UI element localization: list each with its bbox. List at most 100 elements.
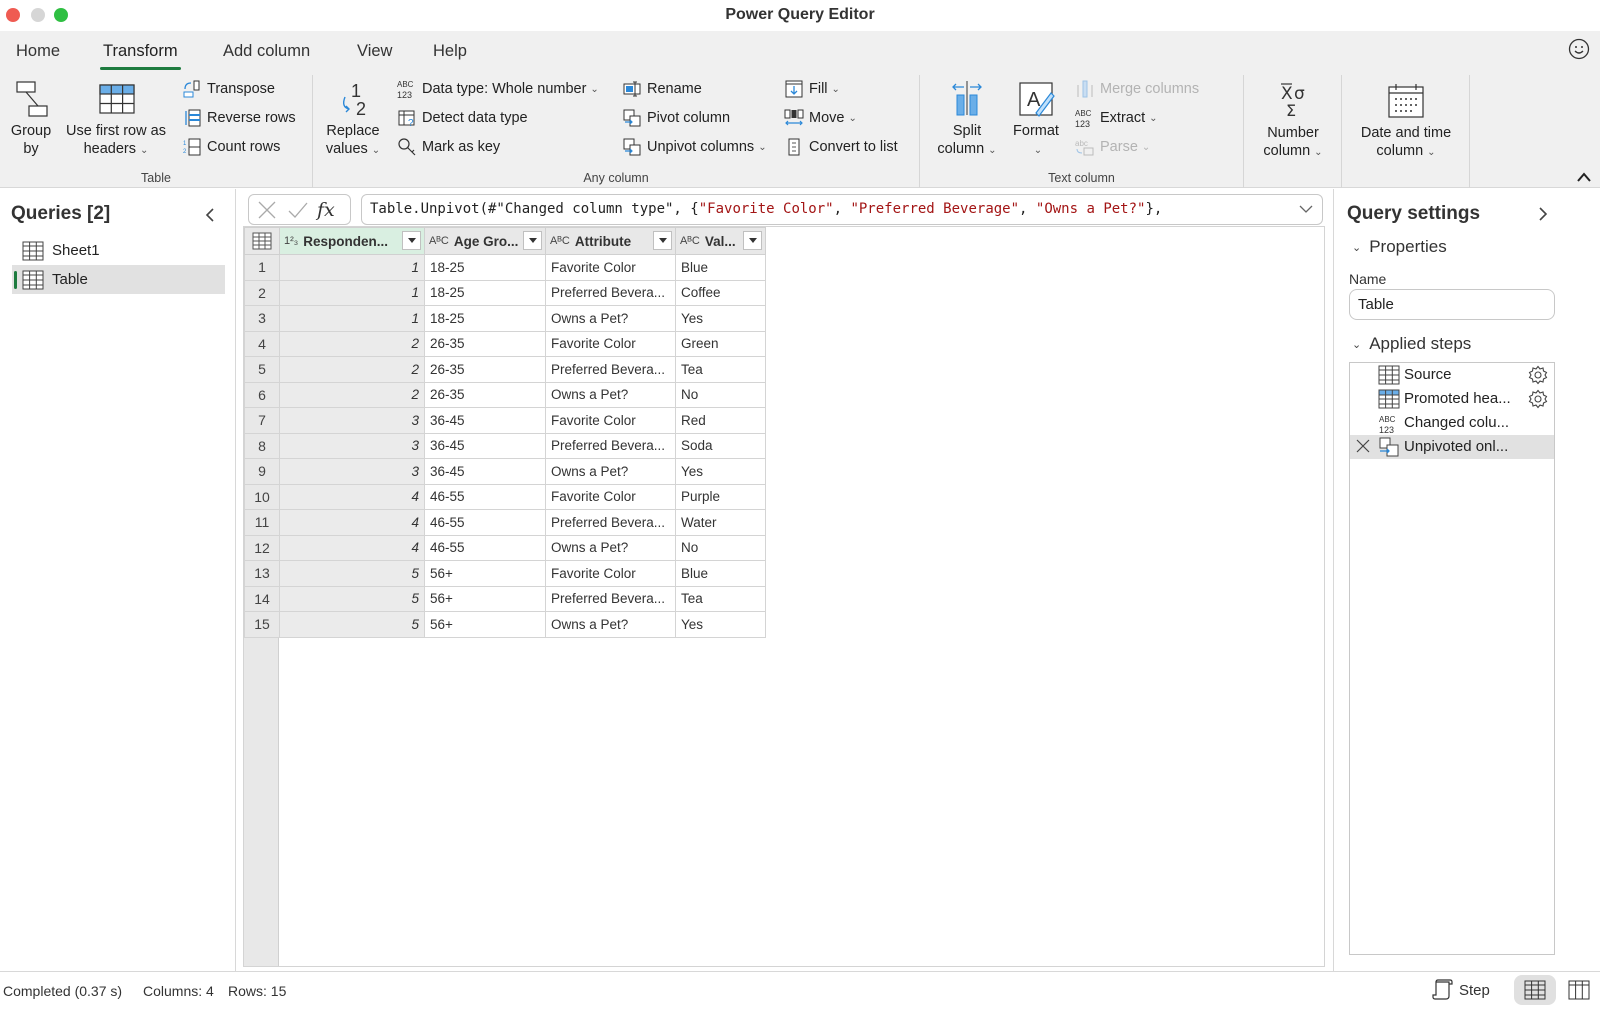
column-filter-dropdown[interactable] (402, 231, 421, 250)
cell-respondent[interactable]: 5 (279, 560, 425, 587)
cell-attribute[interactable]: Owns a Pet? (545, 305, 676, 332)
column-header-value[interactable]: AᴮC Val... (675, 227, 766, 255)
cell-attribute[interactable]: Preferred Bevera... (545, 585, 676, 612)
cell-value[interactable]: No (675, 534, 766, 561)
cell-value[interactable]: Purple (675, 483, 766, 510)
cell-respondent[interactable]: 4 (279, 483, 425, 510)
step-unpivoted-only[interactable]: Unpivoted onl... (1350, 435, 1554, 459)
query-item-table[interactable]: Table (12, 265, 225, 294)
cell-age-group[interactable]: 46-55 (424, 534, 546, 561)
mark-as-key-button[interactable]: Mark as key (397, 135, 500, 159)
cell-attribute[interactable]: Preferred Bevera... (545, 432, 676, 459)
cell-attribute[interactable]: Owns a Pet? (545, 534, 676, 561)
cell-respondent[interactable]: 2 (279, 330, 425, 357)
formula-bar[interactable]: Table.Unpivot(#"Changed column type", {"… (361, 194, 1323, 225)
cell-respondent[interactable]: 2 (279, 381, 425, 408)
cell-value[interactable]: Red (675, 407, 766, 434)
gear-icon[interactable] (1528, 365, 1548, 385)
whole-number-type-icon[interactable]: 1²₃ (284, 235, 298, 247)
convert-to-list-button[interactable]: Convert to list (784, 135, 898, 159)
cell-age-group[interactable]: 18-25 (424, 305, 546, 332)
cell-age-group[interactable]: 26-35 (424, 356, 546, 383)
cell-value[interactable]: Blue (675, 254, 766, 281)
cell-respondent[interactable]: 4 (279, 534, 425, 561)
row-number[interactable]: 13 (244, 560, 280, 587)
row-number[interactable]: 15 (244, 611, 280, 638)
cell-respondent[interactable]: 1 (279, 254, 425, 281)
collapse-queries-icon[interactable] (203, 206, 217, 224)
move-button[interactable]: Move ⌄ (784, 106, 857, 130)
cell-age-group[interactable]: 36-45 (424, 407, 546, 434)
row-number[interactable]: 1 (244, 254, 280, 281)
gear-icon[interactable] (1528, 389, 1548, 409)
row-number[interactable]: 11 (244, 509, 280, 536)
cell-attribute[interactable]: Owns a Pet? (545, 458, 676, 485)
format-button[interactable]: A Format ⌄ (1008, 79, 1064, 160)
split-column-button[interactable]: Split column ⌄ (932, 79, 1002, 160)
cell-respondent[interactable]: 5 (279, 611, 425, 638)
cell-respondent[interactable]: 5 (279, 585, 425, 612)
group-by-button[interactable]: Group by (8, 79, 54, 158)
cell-attribute[interactable]: Favorite Color (545, 330, 676, 357)
cell-respondent[interactable]: 1 (279, 279, 425, 306)
column-header-attribute[interactable]: AᴮC Attribute (545, 227, 676, 255)
cell-age-group[interactable]: 46-55 (424, 509, 546, 536)
column-header-respondent[interactable]: 1²₃ Responden... (279, 227, 425, 255)
cell-respondent[interactable]: 3 (279, 458, 425, 485)
column-filter-dropdown[interactable] (743, 231, 762, 250)
row-number[interactable]: 2 (244, 279, 280, 306)
column-header-age-group[interactable]: AᴮC Age Gro... (424, 227, 546, 255)
cell-age-group[interactable]: 36-45 (424, 458, 546, 485)
schema-view-button[interactable] (1558, 975, 1600, 1005)
cell-attribute[interactable]: Favorite Color (545, 254, 676, 281)
pivot-column-button[interactable]: Pivot column (622, 106, 730, 130)
row-number[interactable]: 5 (244, 356, 280, 383)
cell-attribute[interactable]: Preferred Bevera... (545, 356, 676, 383)
row-number[interactable]: 10 (244, 483, 280, 510)
text-type-icon[interactable]: AᴮC (550, 235, 570, 247)
number-column-button[interactable]: X σ Σ Number column ⌄ (1252, 81, 1334, 162)
cell-age-group[interactable]: 18-25 (424, 254, 546, 281)
rename-button[interactable]: Rename (622, 77, 702, 101)
cell-attribute[interactable]: Owns a Pet? (545, 611, 676, 638)
use-first-row-as-headers-button[interactable]: Use first row as headers ⌄ (58, 79, 174, 160)
tab-home[interactable]: Home (16, 42, 60, 61)
cell-value[interactable]: Yes (675, 305, 766, 332)
detect-data-type-button[interactable]: ? Detect data type (397, 106, 528, 130)
cell-age-group[interactable]: 56+ (424, 585, 546, 612)
step-changed-column-type[interactable]: ABC 123 Changed colu... (1350, 411, 1554, 435)
cell-attribute[interactable]: Favorite Color (545, 560, 676, 587)
data-type-dropdown[interactable]: ABC 123 Data type: Whole number ⌄ (397, 77, 599, 101)
row-number[interactable]: 12 (244, 534, 280, 561)
cell-respondent[interactable]: 2 (279, 356, 425, 383)
cell-value[interactable]: Tea (675, 585, 766, 612)
column-filter-dropdown[interactable] (523, 231, 542, 250)
cell-respondent[interactable]: 3 (279, 432, 425, 459)
cell-value[interactable]: Yes (675, 611, 766, 638)
merge-columns-button[interactable]: Merge columns (1075, 77, 1199, 101)
cell-value[interactable]: Yes (675, 458, 766, 485)
commit-formula-icon[interactable] (283, 199, 313, 221)
tab-help[interactable]: Help (433, 42, 467, 61)
cell-value[interactable]: Soda (675, 432, 766, 459)
cancel-formula-icon[interactable] (249, 199, 283, 221)
step-view-button[interactable]: Step (1431, 979, 1490, 1001)
expand-formula-icon[interactable] (1298, 203, 1314, 215)
collapse-settings-icon[interactable] (1536, 205, 1550, 223)
tab-add-column[interactable]: Add column (223, 42, 310, 61)
query-name-input[interactable]: Table (1349, 289, 1555, 320)
cell-respondent[interactable]: 3 (279, 407, 425, 434)
select-all-cell[interactable] (244, 227, 280, 255)
count-rows-button[interactable]: 12 Count rows (182, 135, 280, 159)
cell-age-group[interactable]: 56+ (424, 611, 546, 638)
row-number[interactable]: 14 (244, 585, 280, 612)
cell-attribute[interactable]: Owns a Pet? (545, 381, 676, 408)
cell-age-group[interactable]: 46-55 (424, 483, 546, 510)
cell-value[interactable]: Green (675, 330, 766, 357)
smiley-icon[interactable] (1568, 38, 1590, 60)
cell-value[interactable]: Blue (675, 560, 766, 587)
applied-steps-section-toggle[interactable]: ⌄ Applied steps (1352, 334, 1471, 354)
unpivot-columns-button[interactable]: Unpivot columns ⌄ (622, 135, 767, 159)
fill-button[interactable]: Fill ⌄ (784, 77, 840, 101)
cell-respondent[interactable]: 1 (279, 305, 425, 332)
